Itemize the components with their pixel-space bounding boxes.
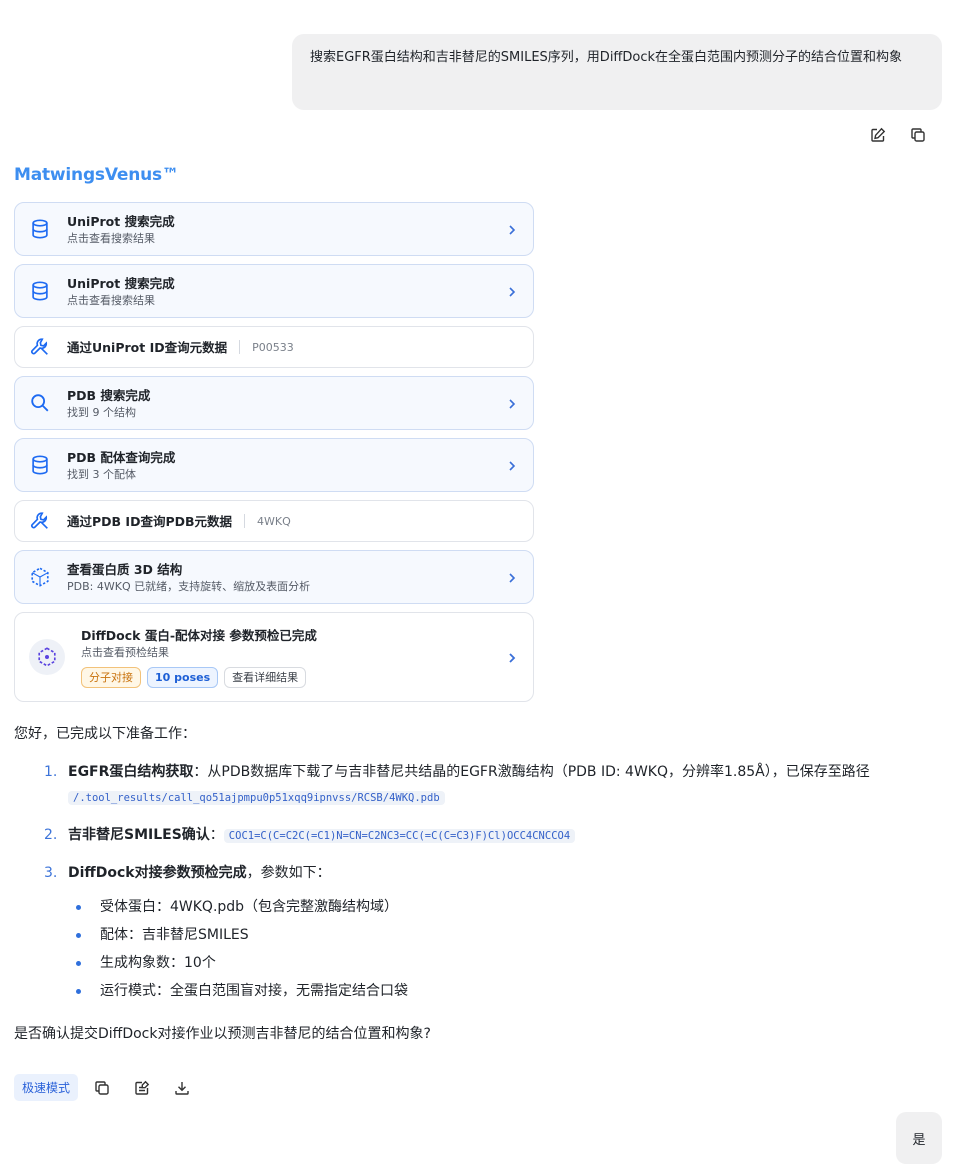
card-title: UniProt 搜索完成 <box>67 275 175 291</box>
list-item: 3. DiffDock对接参数预检完成，参数如下： 受体蛋白：4WKQ.pdb（… <box>14 861 944 1001</box>
database-icon <box>29 454 51 476</box>
diffdock-precheck-card[interactable]: DiffDock 蛋白-配体对接 参数预检已完成 点击查看预检结果 分子对接 1… <box>14 612 534 702</box>
uniprot-id-tag: P00533 <box>252 340 294 354</box>
chevron-right-icon <box>505 650 519 664</box>
card-subtitle: 点击查看搜索结果 <box>67 231 155 245</box>
edit-icon[interactable] <box>870 127 886 143</box>
list-item-heading: 吉非替尼SMILES确认 <box>68 827 210 843</box>
card-title: DiffDock 蛋白-配体对接 参数预检已完成 <box>81 627 317 643</box>
pdb-id-tag: 4WKQ <box>257 514 291 528</box>
file-path-code: /.tool_results/call_qo51ajpmpu0p51xqq9ip… <box>68 791 445 805</box>
database-icon <box>29 280 51 302</box>
badge-row: 分子对接 10 poses 查看详细结果 <box>81 666 505 688</box>
assistant-message-actions: 极速模式 <box>14 1074 214 1101</box>
card-title: PDB 配体查询完成 <box>67 449 176 465</box>
chevron-right-icon <box>505 458 519 472</box>
card-title: 查看蛋白质 3D 结构 <box>67 561 183 577</box>
wrench-icon <box>29 336 51 358</box>
list-item-text: ： <box>209 827 224 843</box>
download-icon[interactable] <box>174 1080 190 1096</box>
card-title: PDB 搜索完成 <box>67 387 151 403</box>
uniprot-metadata-tool-card[interactable]: 通过UniProt ID查询元数据 P00533 <box>14 326 534 368</box>
card-title: 通过PDB ID查询PDB元数据 <box>67 513 233 529</box>
view-details-button[interactable]: 查看详细结果 <box>224 666 307 688</box>
ordered-list: 1. EGFR蛋白结构获取：从PDB数据库下载了与吉非替尼共结晶的EGFR激酶结… <box>14 760 944 1001</box>
assistant-answer: 您好，已完成以下准备工作： 1. EGFR蛋白结构获取：从PDB数据库下载了与吉… <box>14 722 944 1013</box>
pdb-metadata-tool-card[interactable]: 通过PDB ID查询PDB元数据 4WKQ <box>14 500 534 542</box>
confirmation-question: 是否确认提交DiffDock对接作业以预测吉非替尼的结合位置和构象? <box>14 1026 431 1042</box>
divider <box>244 514 246 528</box>
card-subtitle: 点击查看预检结果 <box>81 645 169 659</box>
user-message-actions <box>870 127 926 143</box>
list-number: 3. <box>44 865 58 881</box>
list-number: 1. <box>44 764 58 780</box>
list-item-text: ，参数如下： <box>246 865 331 881</box>
category-badge: 分子对接 <box>81 666 141 688</box>
copy-icon[interactable] <box>94 1080 110 1096</box>
brand-title: MatwingsVenus™ <box>14 165 179 185</box>
user-reply-text: 是 <box>912 1132 926 1148</box>
bullet-item: 受体蛋白：4WKQ.pdb（包含完整激酶结构域） <box>14 898 944 917</box>
protein-3d-structure-card[interactable]: 查看蛋白质 3D 结构 PDB: 4WKQ 已就绪，支持旋转、缩放及表面分析 <box>14 550 534 604</box>
card-subtitle: 找到 3 个配体 <box>67 467 136 481</box>
molecule-docking-icon <box>29 639 65 675</box>
user-message-text: 搜索EGFR蛋白结构和吉非替尼的SMILES序列，用DiffDock在全蛋白范围… <box>310 50 903 65</box>
list-number: 2. <box>44 827 58 843</box>
answer-intro: 您好，已完成以下准备工作： <box>14 726 196 742</box>
card-subtitle: PDB: 4WKQ 已就绪，支持旋转、缩放及表面分析 <box>67 579 311 593</box>
edit-note-icon[interactable] <box>134 1080 150 1096</box>
bullet-item: 生成构象数：10个 <box>14 954 944 973</box>
cube-3d-icon <box>29 566 51 588</box>
uniprot-search-card-1[interactable]: UniProt 搜索完成 点击查看搜索结果 <box>14 202 534 256</box>
list-item-heading: DiffDock对接参数预检完成 <box>68 865 247 881</box>
copy-icon[interactable] <box>910 127 926 143</box>
speed-mode-chip[interactable]: 极速模式 <box>14 1074 79 1101</box>
chevron-right-icon <box>505 570 519 584</box>
list-item: 1. EGFR蛋白结构获取：从PDB数据库下载了与吉非替尼共结晶的EGFR激酶结… <box>14 760 944 811</box>
card-subtitle: 找到 9 个结构 <box>67 405 136 419</box>
list-item-heading: EGFR蛋白结构获取 <box>68 764 194 780</box>
card-title: UniProt 搜索完成 <box>67 213 175 229</box>
card-title: 通过UniProt ID查询元数据 <box>67 339 228 355</box>
wrench-icon <box>29 510 51 532</box>
bullet-list: 受体蛋白：4WKQ.pdb（包含完整激酶结构域） 配体：吉非替尼SMILES 生… <box>14 898 944 1001</box>
chevron-right-icon <box>505 396 519 410</box>
search-icon <box>29 392 51 414</box>
smiles-code: COC1=C(C=C2C(=C1)N=CN=C2NC3=CC(=C(C=C3)F… <box>223 829 576 843</box>
user-message-bubble: 搜索EGFR蛋白结构和吉非替尼的SMILES序列，用DiffDock在全蛋白范围… <box>292 34 942 110</box>
chevron-right-icon <box>505 222 519 236</box>
pdb-search-card[interactable]: PDB 搜索完成 找到 9 个结构 <box>14 376 534 430</box>
card-subtitle: 点击查看搜索结果 <box>67 293 155 307</box>
user-reply-bubble: 是 <box>896 1112 942 1164</box>
database-icon <box>29 218 51 240</box>
list-item-text: ：从PDB数据库下载了与吉非替尼共结晶的EGFR激酶结构（PDB ID: 4WK… <box>193 764 870 780</box>
pdb-ligand-query-card[interactable]: PDB 配体查询完成 找到 3 个配体 <box>14 438 534 492</box>
poses-badge: 10 poses <box>147 666 219 688</box>
divider <box>239 340 241 354</box>
list-item: 2. 吉非替尼SMILES确认： COC1=C(C=C2C(=C1)N=CN=C2… <box>14 823 944 849</box>
uniprot-search-card-2[interactable]: UniProt 搜索完成 点击查看搜索结果 <box>14 264 534 318</box>
bullet-item: 配体：吉非替尼SMILES <box>14 926 944 945</box>
chevron-right-icon <box>505 284 519 298</box>
bullet-item: 运行模式：全蛋白范围盲对接，无需指定结合口袋 <box>14 982 944 1001</box>
